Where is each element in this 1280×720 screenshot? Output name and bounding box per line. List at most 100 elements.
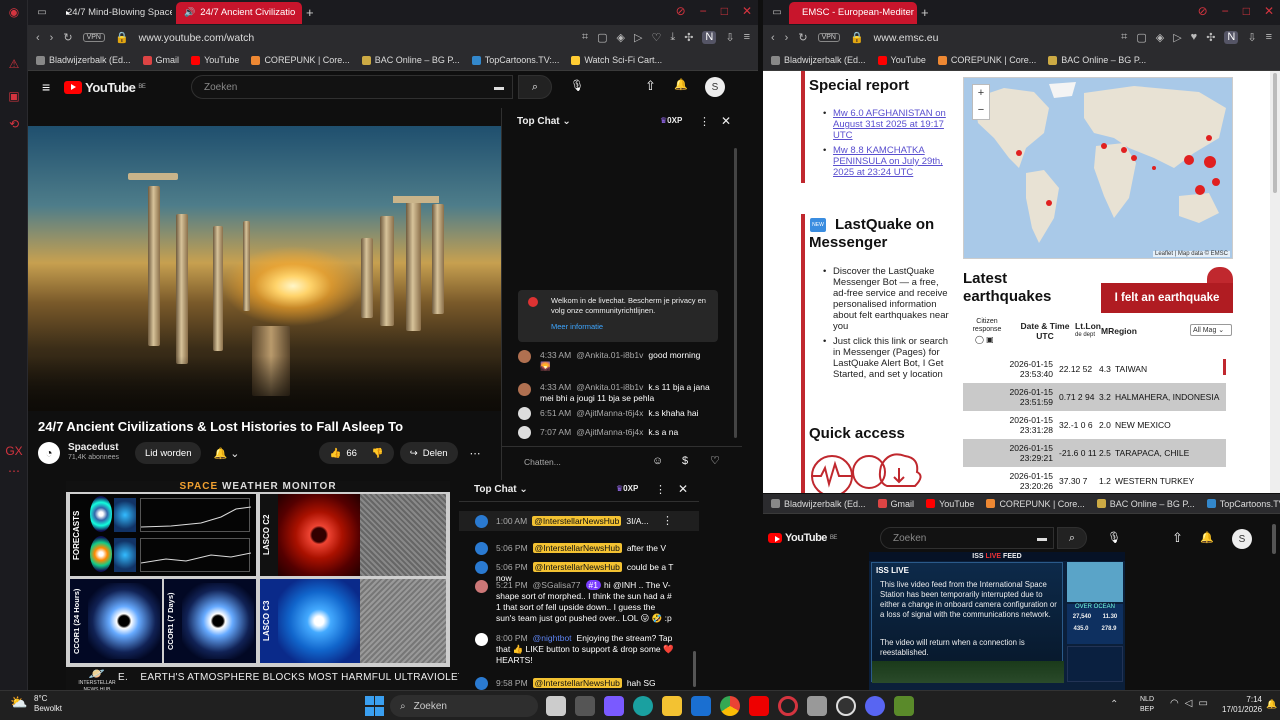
hamburger-icon[interactable]: ≡: [42, 79, 50, 95]
bookmark-bac[interactable]: BAC Online – BG P...: [1048, 55, 1146, 65]
table-row[interactable]: 2026-01-15 23:31:28 32.-1 0 6 2.0 NEW MEXI…: [963, 411, 1226, 439]
vpn-badge[interactable]: VPN: [82, 33, 105, 42]
zoom-out-button[interactable]: −: [973, 102, 989, 119]
tray-chevron-icon[interactable]: ⌃: [1110, 699, 1118, 710]
back-icon[interactable]: ‹: [36, 32, 40, 44]
bookmark-corepunk[interactable]: COREPUNK | Core...: [937, 55, 1036, 65]
bookmark-corepunk[interactable]: COREPUNK | Core...: [251, 55, 350, 65]
new-tab-button[interactable]: +: [921, 5, 929, 20]
maximize-icon[interactable]: □: [1243, 4, 1250, 18]
bell-icon[interactable]: 🔔 ⌄: [213, 447, 239, 460]
search-tabs-icon[interactable]: ⊘: [1198, 4, 1208, 18]
reload-icon[interactable]: ↻: [798, 31, 807, 44]
downloads-icon[interactable]: ⇩: [725, 31, 734, 44]
col-datetime[interactable]: Date & Time UTC: [1015, 321, 1075, 341]
upload-icon[interactable]: ⇧: [645, 78, 656, 94]
xp-badge[interactable]: ♛0XP: [616, 484, 638, 493]
bookmark-gmail[interactable]: Gmail: [877, 499, 914, 509]
table-scrollbar[interactable]: [1223, 359, 1226, 375]
minimize-icon[interactable]: −: [700, 4, 707, 18]
sidebar-app-icon[interactable]: ◉: [0, 1, 28, 23]
files-icon[interactable]: [575, 696, 595, 716]
report-link[interactable]: Mw 8.8 KAMCHATKA PENINSULA on July 29th,…: [823, 145, 953, 178]
chrome-icon[interactable]: [720, 696, 740, 716]
vpn-badge[interactable]: VPN: [817, 33, 840, 42]
bookmark-corepunk[interactable]: COREPUNK | Core...: [986, 499, 1085, 509]
earthquake-map[interactable]: + − Leaflet | Map data © EMSC: [963, 77, 1233, 259]
search-button[interactable]: ⌕: [518, 75, 552, 99]
extensions-icon[interactable]: ✣: [1206, 31, 1215, 44]
steam-icon[interactable]: [836, 696, 856, 716]
keyboard-icon[interactable]: ▬: [494, 82, 504, 93]
play-icon[interactable]: ▷: [634, 31, 642, 44]
channel-name[interactable]: Spacedust: [68, 443, 119, 453]
chat-close-icon[interactable]: ✕: [721, 114, 731, 128]
join-button[interactable]: Lid worden: [135, 442, 202, 464]
upload-icon[interactable]: ⇧: [1172, 530, 1183, 546]
address-bar[interactable]: www.emsc.eu: [874, 32, 1111, 44]
search-input[interactable]: Zoeken ▬: [880, 527, 1054, 549]
search-tabs-icon[interactable]: ⊘: [676, 4, 686, 18]
close-icon[interactable]: ✕: [742, 4, 752, 18]
weather-widget[interactable]: 8°C Bewolkt: [34, 694, 62, 714]
profile-icon[interactable]: N: [1224, 31, 1239, 44]
youtube-logo[interactable]: YouTube BE: [768, 532, 837, 544]
table-row[interactable]: 2026-01-15 23:29:21 -21.6 0 11 2.5 TARAPAC…: [963, 439, 1226, 467]
avatar[interactable]: S: [1232, 529, 1252, 549]
heart-icon[interactable]: ♡: [710, 454, 720, 467]
profile-icon[interactable]: N: [702, 31, 717, 44]
play-icon[interactable]: ▷: [1173, 31, 1181, 44]
bookmark-gmail[interactable]: Gmail: [142, 55, 179, 65]
zoom-controls[interactable]: + −: [972, 84, 990, 120]
new-tab-button[interactable]: +: [306, 5, 314, 20]
bookmark-folder[interactable]: Bladwijzerbalk (Ed...: [771, 55, 866, 65]
sidebar-history-icon[interactable]: ⟲: [0, 113, 28, 135]
avatar[interactable]: S: [705, 77, 725, 97]
table-row[interactable]: 2026-01-15 23:51:59 0.71 2 94 3.2 HALMAHER…: [963, 383, 1226, 411]
address-bar[interactable]: www.youtube.com/watch: [139, 32, 572, 44]
bookmark-bac[interactable]: BAC Online – BG P...: [1096, 499, 1195, 509]
downloads-icon[interactable]: ⇩: [1247, 31, 1256, 44]
sidebar-opera-icon[interactable]: ⚠: [0, 53, 28, 75]
chat-more-icon[interactable]: ⋮: [699, 115, 710, 128]
forward-icon[interactable]: ›: [50, 32, 54, 44]
extensions-icon[interactable]: ✣: [684, 31, 693, 44]
quick-access-icons[interactable]: [809, 446, 927, 493]
bookmark-youtube[interactable]: YouTube: [926, 499, 974, 509]
message-more-icon[interactable]: ⋮: [662, 514, 673, 527]
language-indicator[interactable]: NLD BEP: [1140, 695, 1154, 715]
sidebar-gx-icon[interactable]: GX: [0, 440, 28, 462]
chat-scrollbar[interactable]: [693, 651, 696, 687]
bookmark-topcartoons[interactable]: TopCartoons.TV:...: [471, 55, 559, 65]
bookmark-youtube[interactable]: YouTube: [191, 55, 239, 65]
close-icon[interactable]: ✕: [1264, 4, 1274, 18]
space-weather-video[interactable]: SPACE WEATHER MONITOR FORECASTS LASCO C2…: [28, 481, 475, 693]
calculator-icon[interactable]: [807, 696, 827, 716]
task-view-icon[interactable]: [546, 696, 566, 716]
menu-icon[interactable]: ≡: [744, 31, 750, 44]
tab-icon[interactable]: ▢: [597, 31, 607, 44]
chat-scrollbar[interactable]: [734, 148, 737, 438]
menu-icon[interactable]: ≡: [1266, 31, 1272, 44]
super-chat-icon[interactable]: $: [682, 455, 688, 467]
chat-close-icon[interactable]: ✕: [678, 482, 688, 496]
sidebar-youtube-icon[interactable]: ▣: [0, 85, 28, 107]
snapshot-icon[interactable]: ⌗: [582, 31, 588, 44]
iss-video-player[interactable]: ISS LIVE FEED ISS LIVE This live video f…: [869, 552, 1125, 690]
bookmark-folder[interactable]: Bladwijzerbalk (Ed...: [36, 55, 131, 65]
heart-icon[interactable]: ♥: [1191, 31, 1198, 44]
channel-avatar[interactable]: ◔: [38, 442, 60, 464]
weather-icon[interactable]: ⛅: [10, 694, 27, 711]
reload-icon[interactable]: ↻: [63, 31, 72, 44]
minimize-icon[interactable]: −: [1222, 4, 1229, 18]
bookmark-bac[interactable]: BAC Online – BG P...: [361, 55, 460, 65]
like-button[interactable]: 👍 66 👎: [319, 442, 394, 464]
emoji-icon[interactable]: ☺: [652, 455, 663, 467]
teams-icon[interactable]: [604, 696, 624, 716]
notification-icon[interactable]: 🔔: [1266, 699, 1277, 710]
outlook-icon[interactable]: [691, 696, 711, 716]
more-info-link[interactable]: Meer informatie: [551, 322, 603, 331]
page-scrollbar[interactable]: [1272, 524, 1276, 554]
report-link[interactable]: Mw 6.0 AFGHANISTAN on August 31st 2025 a…: [823, 108, 953, 141]
tab-menu-icon[interactable]: ▭: [34, 7, 50, 18]
